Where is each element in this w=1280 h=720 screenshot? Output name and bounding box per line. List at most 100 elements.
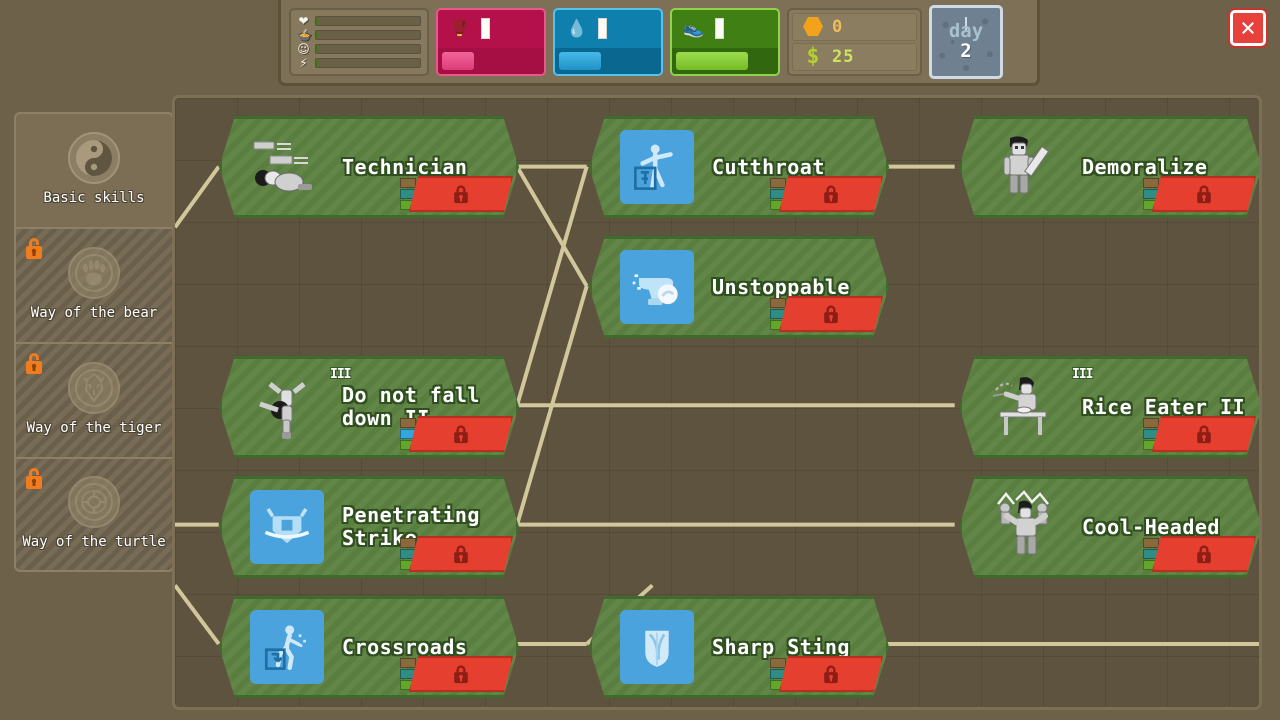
skill-locked-ribbon-rice-eater-2[interactable]: [1152, 416, 1256, 452]
skill-locked-ribbon-cool-headed[interactable]: [1152, 536, 1256, 572]
currency-panel: 0 $ 25: [787, 7, 922, 76]
close-icon: [1242, 22, 1254, 34]
skill-node-cutthroat[interactable]: Cutthroat: [589, 116, 889, 218]
skill-node-crossroads[interactable]: Crossroads: [219, 596, 519, 698]
day-clock[interactable]: day 2: [929, 4, 1003, 79]
need-track-health: [315, 15, 421, 26]
skill-locked-ribbon-technician[interactable]: [409, 176, 513, 212]
day-label: day: [948, 20, 984, 42]
glyph-shield-icon: [618, 608, 696, 686]
skill-locked-ribbon-cutthroat[interactable]: [779, 176, 883, 212]
skill-title-unstoppable: Unstoppable: [712, 274, 850, 299]
skill-locked-ribbon-do-not-fall-down-2[interactable]: [409, 416, 513, 452]
skill-node-cool-headed[interactable]: Cool-Headed: [959, 476, 1262, 578]
tiger-face-icon: [68, 362, 120, 414]
shoes-icon: 👟: [683, 18, 705, 39]
sprite-technician-icon: [248, 128, 326, 206]
need-row-health: ❤: [297, 13, 421, 28]
sidebar-item-bear[interactable]: Way of the bear: [14, 227, 174, 342]
top-hud-bar: ❤ 🍲 ☺ ⚡ 🥊 💧 👟 0 $ 25 day 2: [278, 0, 1040, 86]
turtle-icon: [68, 476, 120, 528]
skill-tree-sidebar: Basic skills Way of the bear Way of the …: [14, 112, 174, 572]
padlock-icon: [22, 235, 46, 261]
sidebar-item-basic[interactable]: Basic skills: [14, 112, 174, 227]
skill-title-technician: Technician: [342, 154, 468, 179]
skill-node-do-not-fall-down-2[interactable]: Do not fall down II III: [219, 356, 519, 458]
padlock-icon: [1194, 543, 1214, 565]
skill-locked-ribbon-sharp-sting[interactable]: [779, 656, 883, 692]
sprite-handstand-icon: [248, 368, 326, 446]
sidebar-item-turtle[interactable]: Way of the turtle: [14, 457, 174, 572]
padlock-icon: [821, 303, 841, 325]
skill-locked-ribbon-penetrating-strike[interactable]: [409, 536, 513, 572]
stat-top-agility: 💧: [555, 10, 661, 48]
padlock-icon: [821, 663, 841, 685]
padlock-icon: [1194, 183, 1214, 205]
stat-level-mark-agility: [598, 18, 607, 39]
need-fill-health: [316, 16, 317, 25]
skill-rank-badge-do-not-fall-down-2: III: [330, 367, 351, 382]
sprite-eater-icon: [988, 368, 1066, 446]
skill-node-rice-eater-2[interactable]: Rice Eater II III: [959, 356, 1262, 458]
stat-top-endurance: 👟: [672, 10, 778, 48]
food-icon: 🍲: [297, 27, 312, 42]
need-track-energy: [315, 57, 421, 68]
droplet-icon: 💧: [566, 18, 588, 39]
skill-locked-ribbon-unstoppable[interactable]: [779, 296, 883, 332]
close-button[interactable]: [1230, 10, 1266, 46]
padlock-icon: [451, 663, 471, 685]
skill-node-technician[interactable]: Technician: [219, 116, 519, 218]
skill-node-unstoppable[interactable]: Unstoppable: [589, 236, 889, 338]
skill-node-demoralize[interactable]: Demoralize: [959, 116, 1262, 218]
coin-icon: [803, 17, 823, 36]
stat-card-agility[interactable]: 💧: [553, 7, 663, 76]
skill-title-sharp-sting: Sharp Sting: [712, 634, 850, 659]
skill-locked-ribbon-demoralize[interactable]: [1152, 176, 1256, 212]
padlock-icon: [22, 465, 46, 491]
need-fill-energy: [316, 58, 317, 67]
sidebar-item-label-basic: Basic skills: [43, 190, 145, 206]
skill-locked-ribbon-crossroads[interactable]: [409, 656, 513, 692]
padlock-icon: [821, 183, 841, 205]
stat-level-mark-strength: [481, 18, 490, 39]
padlock-icon: [451, 183, 471, 205]
mood-icon: ☺: [297, 41, 310, 56]
coin-row: 0: [792, 12, 917, 41]
glyph-anvil-icon: [618, 248, 696, 326]
skill-title-rice-eater-2: Rice Eater II: [1082, 394, 1246, 419]
skill-node-sharp-sting[interactable]: Sharp Sting: [589, 596, 889, 698]
need-track-mood: [315, 43, 421, 54]
energy-icon: ⚡: [299, 55, 308, 70]
sidebar-item-tiger[interactable]: Way of the tiger: [14, 342, 174, 457]
stat-card-strength[interactable]: 🥊: [436, 7, 546, 76]
glyph-fighter-icon: [618, 128, 696, 206]
padlock-icon: [22, 350, 46, 376]
skill-title-crossroads: Crossroads: [342, 634, 468, 659]
glyph-helmet-icon: [248, 488, 326, 566]
stat-top-strength: 🥊: [438, 10, 544, 48]
need-row-hunger: 🍲: [297, 27, 421, 42]
heart-icon: ❤: [298, 13, 309, 28]
day-number: 2: [960, 40, 972, 62]
stat-card-endurance[interactable]: 👟: [670, 7, 780, 76]
skill-node-penetrating-strike[interactable]: Penetrating Strike: [219, 476, 519, 578]
needs-panel: ❤ 🍲 ☺ ⚡: [289, 7, 429, 76]
stat-progress-strength: [438, 47, 544, 74]
need-row-energy: ⚡: [297, 55, 421, 70]
coin-value: 0: [832, 16, 844, 37]
sidebar-item-label-tiger: Way of the tiger: [26, 420, 162, 436]
skill-rank-badge-rice-eater-2: III: [1072, 367, 1093, 382]
need-track-hunger: [315, 29, 421, 40]
padlock-icon: [451, 543, 471, 565]
glyph-walker-icon: [248, 608, 326, 686]
stat-progress-agility: [555, 47, 661, 74]
need-fill-hunger: [316, 30, 317, 39]
sidebar-item-label-turtle: Way of the turtle: [22, 534, 166, 550]
bear-paw-icon: [68, 247, 120, 299]
sprite-swordsman-icon: [988, 128, 1066, 206]
skill-title-cool-headed: Cool-Headed: [1082, 514, 1220, 539]
cash-value: 25: [832, 46, 855, 67]
cash-row: $ 25: [792, 42, 917, 71]
sprite-lifter-icon: [988, 488, 1066, 566]
dollar-icon: $: [806, 43, 820, 68]
